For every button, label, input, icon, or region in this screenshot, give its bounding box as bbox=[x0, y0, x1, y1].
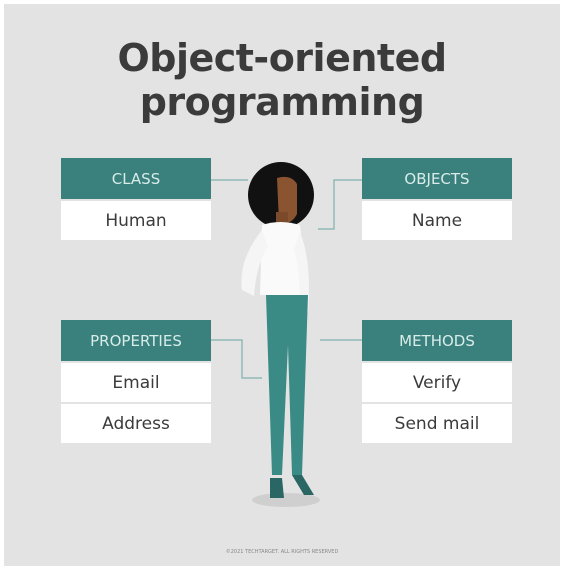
diagram-canvas: Object-oriented programming CLASS Human … bbox=[0, 0, 564, 570]
person-figure bbox=[241, 162, 314, 498]
shadow bbox=[252, 493, 320, 507]
properties-header: PROPERTIES bbox=[61, 320, 211, 361]
pants bbox=[266, 295, 308, 475]
methods-item: Send mail bbox=[362, 404, 512, 443]
properties-box: PROPERTIES Email Address bbox=[61, 320, 211, 443]
methods-box: METHODS Verify Send mail bbox=[362, 320, 512, 443]
objects-item: Name bbox=[362, 201, 512, 240]
right-shoe bbox=[292, 475, 314, 495]
figure-and-connectors bbox=[211, 162, 362, 507]
class-box: CLASS Human bbox=[61, 158, 211, 240]
copyright: ©2021 TECHTARGET. ALL RIGHTS RESERVED bbox=[225, 549, 339, 555]
methods-header: METHODS bbox=[362, 320, 512, 361]
objects-header: OBJECTS bbox=[362, 158, 512, 199]
class-item: Human bbox=[61, 201, 211, 240]
properties-item: Email bbox=[61, 363, 211, 402]
objects-box: OBJECTS Name bbox=[362, 158, 512, 240]
properties-item: Address bbox=[61, 404, 211, 443]
objects-connector bbox=[318, 179, 362, 230]
left-shoe bbox=[270, 478, 284, 498]
class-header: CLASS bbox=[61, 158, 211, 199]
methods-item: Verify bbox=[362, 363, 512, 402]
properties-connector bbox=[211, 339, 262, 379]
